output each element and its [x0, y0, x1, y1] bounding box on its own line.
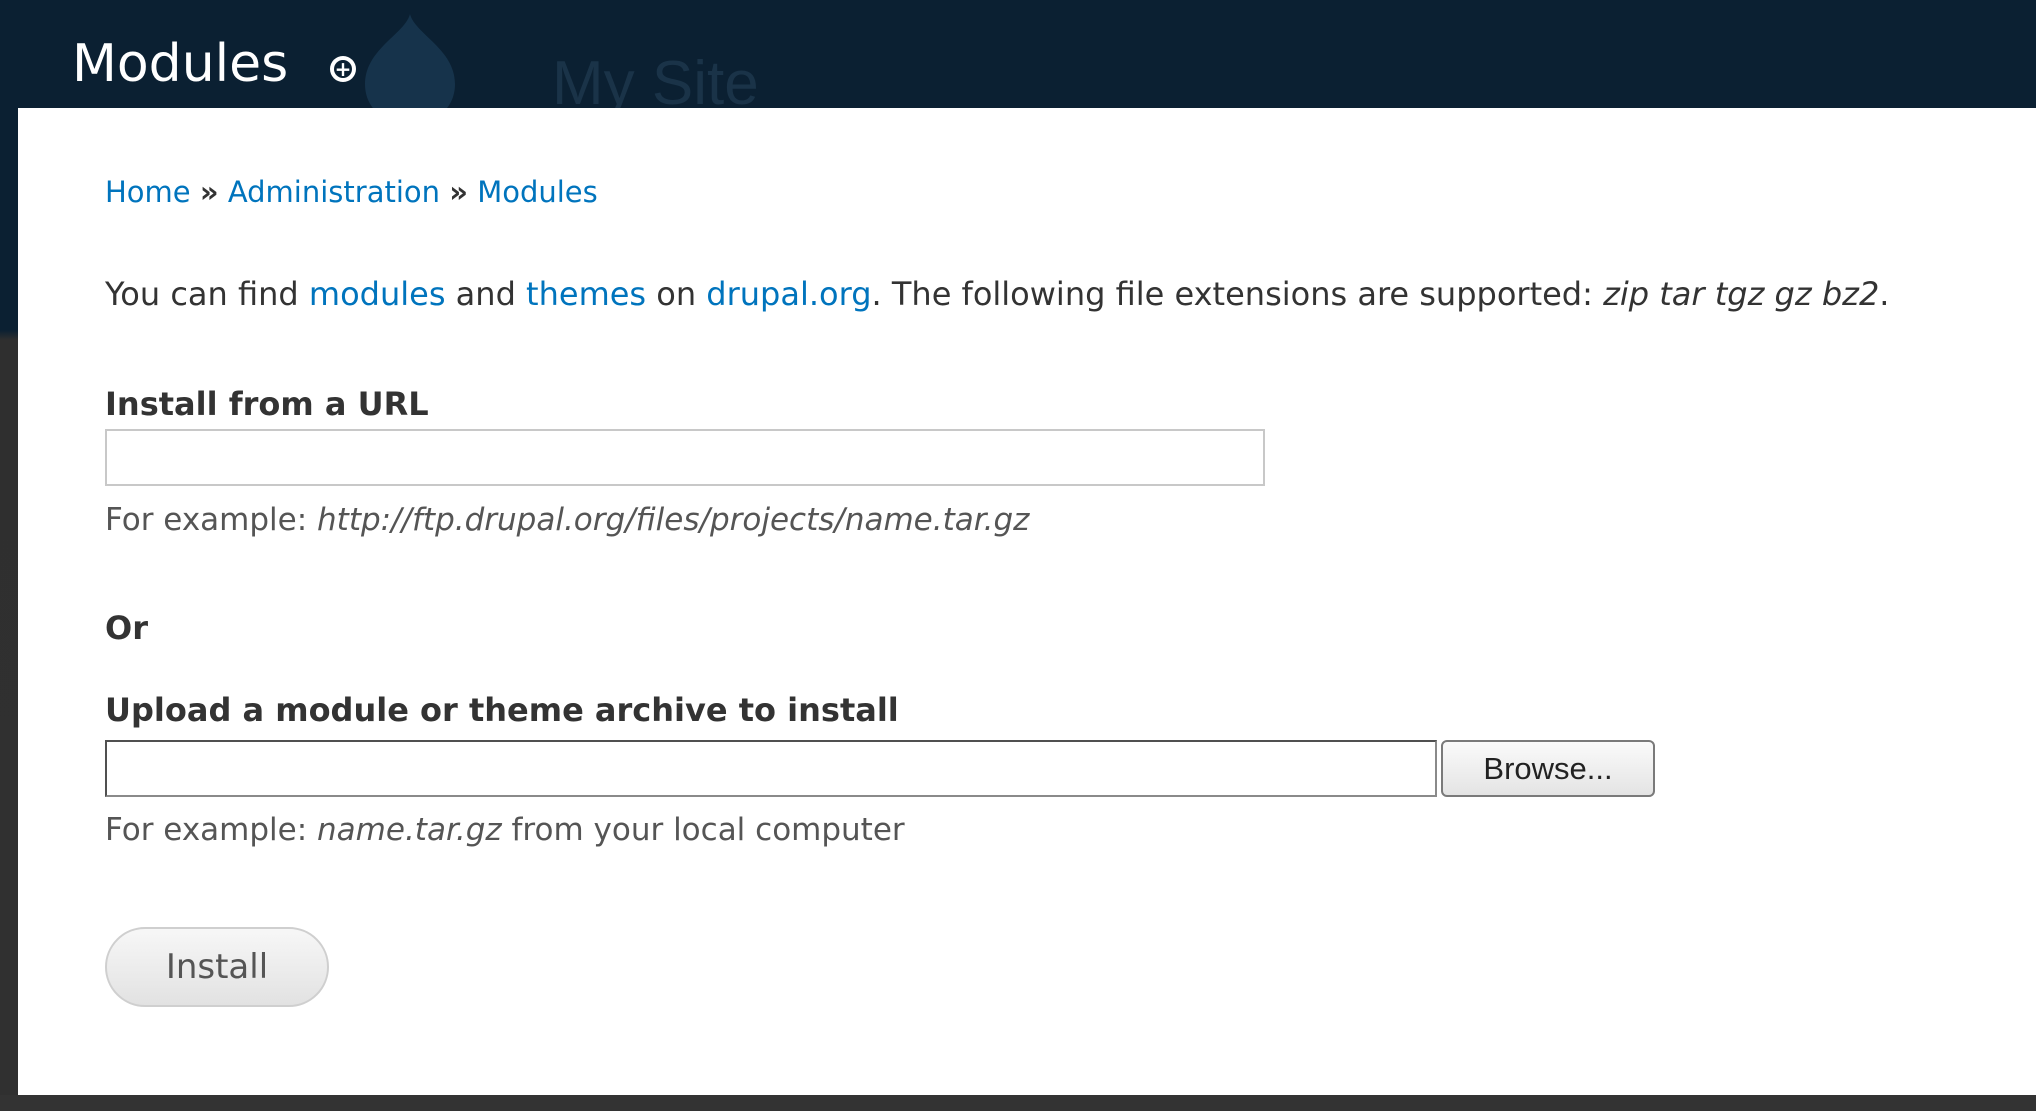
upload-label: Upload a module or theme archive to inst…	[105, 691, 899, 729]
breadcrumb-modules[interactable]: Modules	[477, 175, 598, 209]
intro-text: You can find modules and themes on drupa…	[105, 274, 1889, 314]
intro-suffix: . The following file extensions are supp…	[871, 275, 1604, 313]
breadcrumb: Home » Administration » Modules	[105, 174, 598, 210]
url-desc-example: http://ftp.drupal.org/files/projects/nam…	[317, 502, 1030, 538]
install-url-input[interactable]	[105, 429, 1265, 486]
supported-extensions: zip tar tgz gz bz2	[1603, 275, 1880, 313]
breadcrumb-separator: »	[199, 175, 219, 209]
install-url-description: For example: http://ftp.drupal.org/files…	[105, 500, 1029, 540]
upload-desc-suffix: from your local computer	[501, 812, 905, 848]
breadcrumb-separator: »	[449, 175, 468, 209]
intro-and: and	[445, 275, 527, 313]
intro-end: .	[1879, 275, 1890, 313]
browse-button[interactable]: Browse...	[1441, 740, 1655, 797]
intro-on: on	[646, 275, 707, 313]
overlay-content: Home » Administration » Modules You can …	[18, 108, 2036, 1095]
background-edge	[0, 110, 18, 1111]
upload-desc-example: name.tar.gz	[317, 812, 502, 848]
add-shortcut-icon[interactable]: +	[330, 56, 356, 82]
drupal-drop-logo	[355, 14, 465, 114]
install-button[interactable]: Install	[105, 927, 329, 1007]
or-label: Or	[105, 609, 148, 647]
install-url-label: Install from a URL	[105, 385, 429, 423]
upload-file-input[interactable]	[105, 740, 1437, 797]
breadcrumb-home[interactable]: Home	[105, 175, 191, 209]
upload-desc-prefix: For example:	[105, 812, 318, 848]
drupal-org-link[interactable]: drupal.org	[706, 275, 871, 313]
modules-link[interactable]: modules	[309, 275, 446, 313]
themes-link[interactable]: themes	[526, 275, 646, 313]
intro-prefix: You can find	[105, 275, 309, 313]
overlay-header	[0, 0, 2036, 110]
background-bottom	[0, 1095, 2036, 1111]
url-desc-prefix: For example:	[105, 502, 318, 538]
page-title: Modules	[72, 34, 289, 94]
breadcrumb-administration[interactable]: Administration	[228, 175, 440, 209]
upload-description: For example: name.tar.gz from your local…	[105, 810, 905, 850]
